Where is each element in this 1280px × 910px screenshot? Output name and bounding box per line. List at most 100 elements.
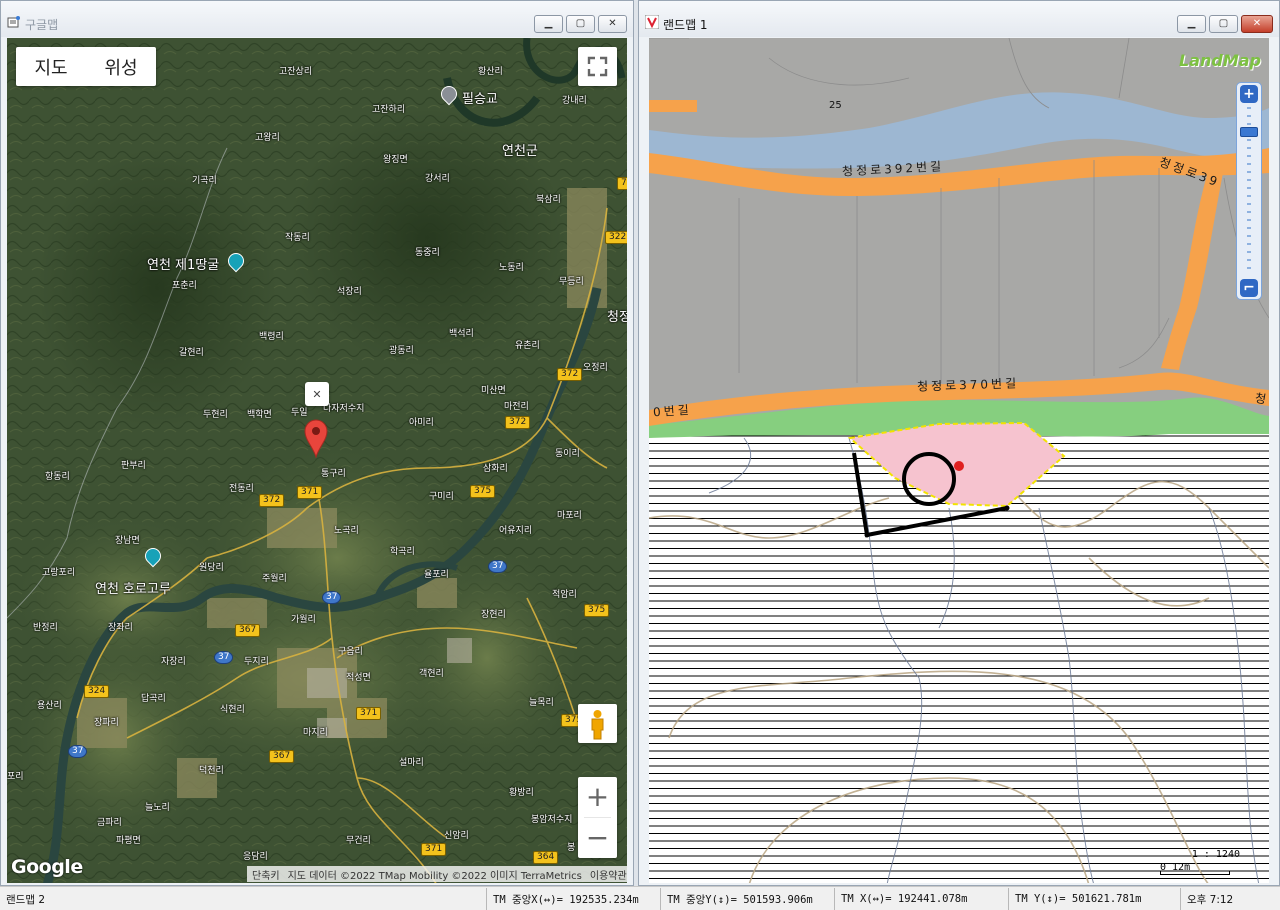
title-bar[interactable]: 구글맵 ▁ ▢ ✕ (1, 1, 633, 37)
place-label: 포춘리 (172, 281, 197, 291)
road-label-370: 청정로370번길 (916, 376, 1020, 394)
place-label: 갈현리 (179, 348, 204, 358)
place-label: 원당리 (199, 563, 224, 573)
place-label: 장현리 (481, 610, 506, 620)
window-title: 구글맵 (25, 18, 59, 32)
place-label: 두일 (291, 408, 308, 418)
title-bar[interactable]: 랜드맵 1 ▁ ▢ ✕ (639, 1, 1279, 37)
place-label: 응담리 (243, 852, 268, 862)
scale-bar: 0 12m (1160, 862, 1230, 875)
place-label: 신암리 (444, 831, 469, 841)
status-bar: 랜드맵 2 TM 중앙X(↔)= 192535.234m TM 중앙Y(↕)= … (0, 886, 1280, 910)
place-label: 장파리 (94, 718, 119, 728)
minus-icon: − (585, 821, 610, 854)
zoom-control: + − (578, 777, 617, 858)
poi-tunnel-1[interactable]: 연천 제1땅굴 (147, 254, 219, 273)
place-label: 다자저수지 (323, 404, 365, 414)
map-type-control: 지도 위성 (16, 47, 156, 86)
landmap-window: 랜드맵 1 ▁ ▢ ✕ 25 청정로392번길 청정로39 청정로370번길 0… (638, 0, 1280, 886)
poi-horogoru[interactable]: 연천 호로고루 (95, 578, 171, 597)
place-label: 적성면 (346, 673, 371, 683)
place-label: 황방리 (509, 788, 534, 798)
maximize-button[interactable]: ▢ (1209, 15, 1238, 33)
place-label: 삼화리 (483, 464, 508, 474)
zoom-out-button[interactable]: − (578, 818, 617, 858)
place-label: 고잔하리 (372, 105, 406, 115)
fullscreen-button[interactable] (578, 47, 617, 86)
place-label: 구읍리 (338, 647, 363, 657)
location-marker-icon[interactable] (303, 418, 329, 458)
zoom-in-button[interactable]: + (578, 777, 617, 817)
place-label: 두현리 (203, 410, 228, 420)
maximize-button[interactable]: ▢ (566, 15, 595, 33)
route-shield: 78 (617, 177, 627, 190)
status-window-name: 랜드맵 2 (0, 888, 487, 910)
place-label: 덕천리 (199, 766, 224, 776)
marker-popup[interactable]: ✕ (305, 382, 329, 406)
place-label: 강서리 (425, 174, 450, 184)
route-shield: 371 (297, 486, 323, 499)
zoom-in-button[interactable]: + (1240, 85, 1258, 103)
popup-close-icon[interactable]: ✕ (312, 388, 321, 401)
route-shield: 322 (605, 231, 627, 244)
status-center-x: TM 중앙X(↔)= 192535.234m (487, 888, 661, 910)
route-shield: 367 (269, 750, 295, 763)
road-label-right: 청 (1253, 390, 1269, 408)
place-label: 가월리 (291, 615, 316, 625)
pegman-icon (591, 710, 604, 740)
place-label: 미산면 (481, 386, 506, 396)
map-type-map[interactable]: 지도 (16, 54, 86, 80)
keyboard-shortcuts-link[interactable]: 단축키 (252, 867, 280, 882)
place-label: 강내리 (562, 96, 587, 106)
map-type-satellite[interactable]: 위성 (86, 54, 156, 80)
place-label: 두지리 (244, 657, 269, 667)
close-button[interactable]: ✕ (598, 15, 627, 33)
place-label: 판부리 (121, 461, 146, 471)
app-icon (7, 16, 20, 28)
place-label: 고랑포리 (42, 568, 76, 578)
place-label: 포리 (7, 772, 24, 782)
minimize-button[interactable]: ▁ (534, 15, 563, 33)
place-label: 황산리 (478, 67, 503, 77)
place-label-county: 연천군 (502, 144, 538, 159)
minimize-button[interactable]: ▁ (1177, 15, 1206, 33)
place-label: 북삼리 (536, 195, 561, 205)
place-label: 마전리 (504, 402, 529, 412)
status-tm-y: TM Y(↕)= 501621.781m (1009, 888, 1181, 910)
place-label: 광동리 (389, 346, 414, 356)
place-label: 어유지리 (499, 526, 533, 536)
close-button[interactable]: ✕ (1241, 15, 1273, 33)
satellite-map[interactable]: 고잔상리 황산리 필승교 강내리 고잔하리 고왕리 왕징면 연천군 기곡리 강서… (7, 38, 627, 883)
close-icon: ✕ (1252, 18, 1262, 29)
plus-icon: + (1243, 86, 1255, 102)
zoom-out-button[interactable]: ⌐ (1240, 279, 1258, 297)
lot-number-label: 25 (829, 100, 842, 111)
satellite-imagery (7, 38, 627, 883)
route-shield: 372 (557, 368, 583, 381)
zoom-thumb[interactable] (1240, 127, 1258, 137)
place-label: 통구리 (321, 469, 346, 479)
poi-pilseunggyo[interactable]: 필승교 (462, 88, 498, 107)
place-label: 장좌리 (108, 623, 133, 633)
place-label: 객현리 (419, 669, 444, 679)
cadastral-map[interactable]: 25 청정로392번길 청정로39 청정로370번길 0번길 청 LandMap… (649, 38, 1269, 883)
place-label: 백령리 (259, 332, 284, 342)
route-shield-national: 37 (322, 591, 342, 604)
place-label: 무건리 (346, 836, 371, 846)
google-map-window: 구글맵 ▁ ▢ ✕ 고잔상리 황산리 필승교 강내리 고잔하리 고왕리 왕징면 … (0, 0, 634, 886)
road-label-left: 0번길 (652, 402, 693, 420)
street-view-pegman[interactable] (578, 704, 617, 743)
place-label: 봉 (567, 843, 576, 853)
route-shield: 364 (533, 851, 559, 864)
terms-link[interactable]: 이용약관 (590, 867, 627, 882)
zoom-out-icon: ⌐ (1243, 280, 1255, 296)
place-label: 오정리 (583, 363, 608, 373)
place-label: 늘노리 (145, 803, 170, 813)
minimize-icon: ▁ (544, 18, 553, 29)
status-time: 오후 7:12 (1187, 893, 1234, 906)
scale-bar-label: 0 12m (1160, 862, 1191, 873)
fullscreen-icon (587, 56, 608, 77)
place-label: 동이리 (555, 449, 580, 459)
place-label: 전동리 (229, 484, 254, 494)
route-shield: 371 (356, 707, 382, 720)
